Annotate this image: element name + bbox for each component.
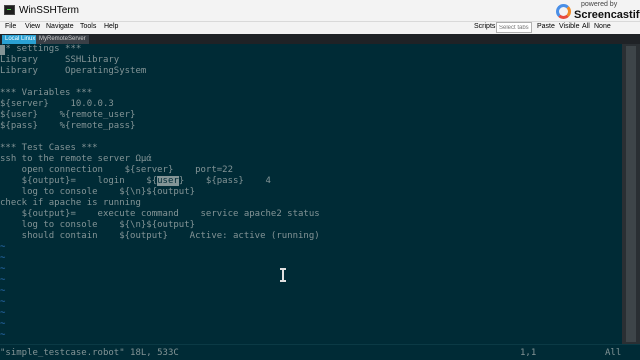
vertical-scrollbar[interactable] <box>622 44 640 344</box>
menu-tools[interactable]: Tools <box>80 23 96 30</box>
all-button[interactable]: All <box>582 23 590 30</box>
editor-line-3: Library OperatingSystem <box>0 66 147 76</box>
editor-line-15: check if apache is running <box>0 198 141 208</box>
editor-line-8: ${pass} %{remote_pass} <box>0 121 136 131</box>
editor-line-18: should contain ${output} Active: active … <box>0 231 320 241</box>
editor-line-17: log to console ${\n}${output} <box>0 220 196 230</box>
paste-button[interactable]: Paste <box>537 23 555 30</box>
menu-view[interactable]: View <box>25 23 40 30</box>
text-cursor <box>0 45 5 55</box>
menu-navigate[interactable]: Navigate <box>46 23 74 30</box>
tab-bar: Local Linux MyRemoteServer <box>0 34 640 44</box>
editor-line-7: ${user} %{remote_user} <box>0 110 136 120</box>
editor-line-11: ssh to the remote server Ωμά <box>0 154 152 164</box>
empty-line-tilde: ~ <box>0 264 6 274</box>
screencastify-watermark: powered by Screencastify <box>556 1 640 21</box>
empty-line-tilde: ~ <box>0 297 6 307</box>
empty-line-tilde: ~ <box>0 308 6 318</box>
editor-line-5: *** Variables *** <box>0 88 93 98</box>
status-file-info: "simple_testcase.robot" 18L, 533C <box>0 348 179 358</box>
tab-search-input[interactable] <box>496 22 532 33</box>
menu-help[interactable]: Help <box>104 23 118 30</box>
editor-line-2: Library SSHLibrary <box>0 55 120 65</box>
empty-line-tilde: ~ <box>0 253 6 263</box>
menu-bar: File View Navigate Tools Help Scripts Pa… <box>0 22 640 34</box>
editor-line-13: ${output}= login ${user} ${pass} 4 <box>0 176 271 186</box>
scripts-button[interactable]: Scripts <box>474 23 495 30</box>
empty-line-tilde: ~ <box>0 275 6 285</box>
window-title: WinSSHTerm <box>19 5 80 16</box>
visible-button[interactable]: Visible <box>559 23 580 30</box>
none-button[interactable]: None <box>594 23 611 30</box>
editor-line-16: ${output}= execute command service apach… <box>0 209 320 219</box>
status-scroll-position: All <box>605 348 622 358</box>
status-cursor-position: 1,1 <box>520 348 537 358</box>
editor-line-6: ${server} 10.0.0.3 <box>0 99 114 109</box>
terminal-editor[interactable]: ** settings *** Library SSHLibrary Libra… <box>0 44 622 344</box>
tab-local-linux[interactable]: Local Linux <box>2 35 39 44</box>
watermark-powered-by: powered by <box>581 1 618 8</box>
screencastify-logo-icon <box>556 4 571 19</box>
selected-word: user <box>157 176 179 186</box>
tab-my-remote-server[interactable]: MyRemoteServer <box>36 35 89 44</box>
editor-line-10: *** Test Cases *** <box>0 143 98 153</box>
menu-file[interactable]: File <box>5 23 16 30</box>
editor-line-12: open connection ${server} port=22 <box>0 165 233 175</box>
scrollbar-thumb[interactable] <box>626 46 636 342</box>
vim-status-line: "simple_testcase.robot" 18L, 533C 1,1 Al… <box>0 344 640 360</box>
watermark-brand: Screencastify <box>574 9 640 21</box>
empty-line-tilde: ~ <box>0 319 6 329</box>
mouse-ibeam-cursor-icon <box>280 268 286 282</box>
empty-line-tilde: ~ <box>0 242 6 252</box>
terminal-app-icon <box>4 5 15 15</box>
title-bar: WinSSHTerm powered by Screencastify <box>0 0 640 22</box>
empty-line-tilde: ~ <box>0 286 6 296</box>
editor-line-14: log to console ${\n}${output} <box>0 187 196 197</box>
empty-line-tilde: ~ <box>0 330 6 340</box>
editor-line-1: ** settings *** <box>0 44 82 55</box>
